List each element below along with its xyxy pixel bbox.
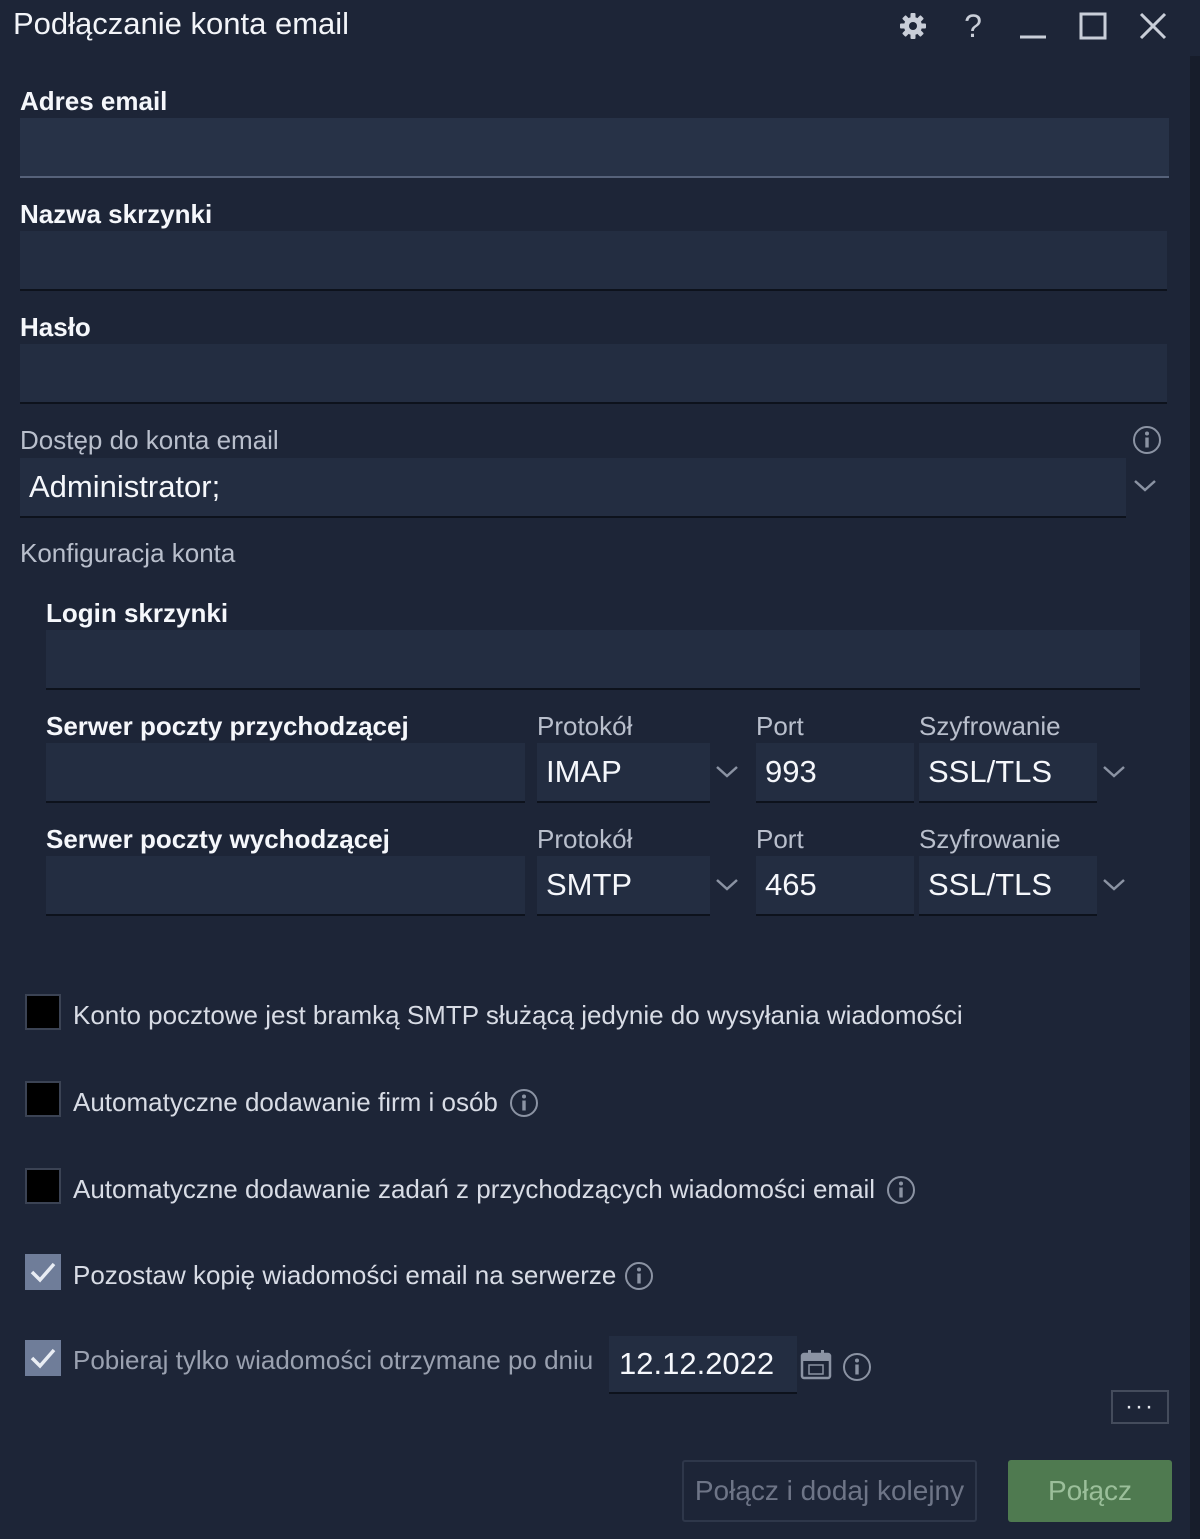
login-label: Login skrzynki <box>46 598 229 628</box>
incoming-server-field[interactable] <box>46 743 525 803</box>
chevron-down-icon[interactable] <box>714 875 740 895</box>
minimize-icon[interactable] <box>1015 8 1051 44</box>
more-options-button[interactable]: ··· <box>1111 1390 1169 1424</box>
keep-copy-checkbox[interactable] <box>25 1254 61 1290</box>
smtp-gateway-checkbox[interactable] <box>25 994 61 1030</box>
calendar-icon[interactable] <box>800 1349 832 1381</box>
gear-icon[interactable] <box>895 8 931 44</box>
chevron-down-icon[interactable] <box>1101 762 1127 782</box>
info-icon[interactable] <box>1132 425 1162 455</box>
info-icon[interactable] <box>842 1352 872 1382</box>
password-field[interactable] <box>20 344 1167 404</box>
password-label: Hasło <box>20 312 91 342</box>
connect-and-add-button[interactable]: Połącz i dodaj kolejny <box>682 1460 977 1522</box>
chevron-down-icon[interactable] <box>1132 476 1158 496</box>
fetch-after-date-checkbox[interactable] <box>25 1340 61 1376</box>
access-value: Administrator; <box>29 469 221 504</box>
login-field[interactable] <box>46 630 1140 690</box>
email-field[interactable] <box>20 118 1169 178</box>
incoming-port-label: Port <box>756 711 804 741</box>
chevron-down-icon[interactable] <box>1101 875 1127 895</box>
outgoing-encryption-value: SSL/TLS <box>928 867 1053 902</box>
incoming-encryption-label: Szyfrowanie <box>919 711 1061 741</box>
outgoing-encryption-select[interactable]: SSL/TLS <box>919 856 1097 916</box>
incoming-protocol-select[interactable]: IMAP <box>537 743 710 803</box>
chevron-down-icon[interactable] <box>714 762 740 782</box>
incoming-protocol-value: IMAP <box>546 754 622 789</box>
scrollbar-track[interactable] <box>1190 56 1200 1539</box>
date-field[interactable] <box>609 1336 797 1394</box>
config-section-label: Konfiguracja konta <box>20 538 236 568</box>
mailbox-name-field[interactable] <box>20 231 1167 291</box>
info-icon[interactable] <box>886 1175 916 1205</box>
access-select[interactable]: Administrator; <box>20 458 1126 518</box>
outgoing-encryption-label: Szyfrowanie <box>919 824 1061 854</box>
keep-copy-label: Pozostaw kopię wiadomości email na serwe… <box>73 1260 617 1290</box>
maximize-icon[interactable] <box>1075 8 1111 44</box>
check-icon <box>30 1262 56 1283</box>
incoming-encryption-value: SSL/TLS <box>928 754 1053 789</box>
incoming-protocol-label: Protokół <box>537 711 633 741</box>
outgoing-protocol-value: SMTP <box>546 867 633 902</box>
email-label: Adres email <box>20 86 168 116</box>
mailbox-name-label: Nazwa skrzynki <box>20 199 213 229</box>
window-title: Podłączanie konta email <box>13 6 350 41</box>
auto-add-companies-label: Automatyczne dodawanie firm i osób <box>73 1087 498 1117</box>
outgoing-protocol-label: Protokół <box>537 824 633 854</box>
incoming-server-label: Serwer poczty przychodzącej <box>46 711 409 741</box>
auto-add-tasks-checkbox[interactable] <box>25 1168 61 1204</box>
auto-add-companies-checkbox[interactable] <box>25 1081 61 1117</box>
close-icon[interactable] <box>1135 8 1171 44</box>
access-label: Dostęp do konta email <box>20 425 279 455</box>
incoming-encryption-select[interactable]: SSL/TLS <box>919 743 1097 803</box>
outgoing-port-field[interactable] <box>756 856 914 916</box>
info-icon[interactable] <box>509 1088 539 1118</box>
fetch-after-date-label: Pobieraj tylko wiadomości otrzymane po d… <box>73 1345 594 1375</box>
outgoing-protocol-select[interactable]: SMTP <box>537 856 710 916</box>
check-icon <box>30 1348 56 1369</box>
help-icon[interactable]: ? <box>955 8 991 44</box>
smtp-gateway-label: Konto pocztowe jest bramką SMTP służącą … <box>73 1000 963 1030</box>
title-bar: Podłączanie konta email ? <box>0 0 1200 56</box>
info-icon[interactable] <box>624 1261 654 1291</box>
auto-add-tasks-label: Automatyczne dodawanie zadań z przychodz… <box>73 1174 876 1204</box>
incoming-port-field[interactable] <box>756 743 914 803</box>
outgoing-port-label: Port <box>756 824 804 854</box>
outgoing-server-label: Serwer poczty wychodzącej <box>46 824 390 854</box>
outgoing-server-field[interactable] <box>46 856 525 916</box>
connect-button[interactable]: Połącz <box>1008 1460 1172 1522</box>
